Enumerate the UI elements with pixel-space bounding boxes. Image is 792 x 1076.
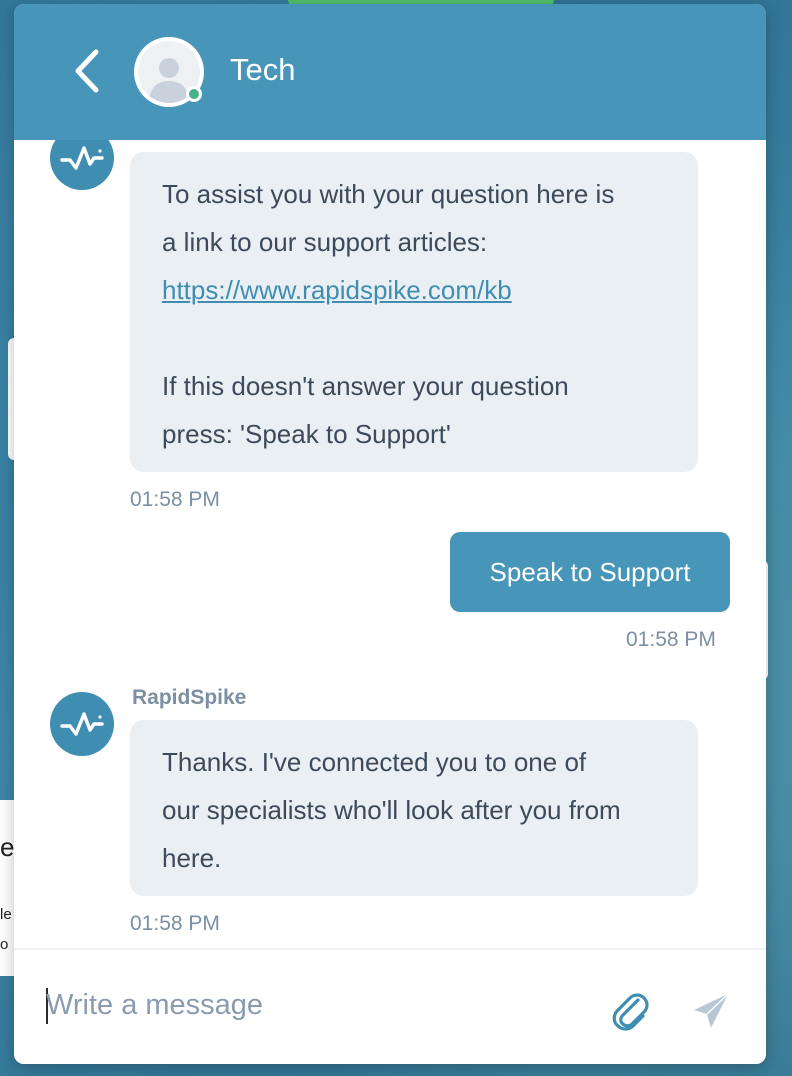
- message-timestamp: 01:58 PM: [130, 912, 220, 935]
- background-text: o: [0, 936, 9, 953]
- support-articles-link[interactable]: https://www.rapidspike.com/kb: [162, 266, 666, 314]
- bot-avatar: [50, 692, 114, 756]
- message-input[interactable]: [46, 980, 586, 1030]
- chat-widget: Tech To assist you with your question he…: [14, 4, 766, 1064]
- agent-name: Tech: [230, 52, 296, 87]
- message-timestamp: 01:58 PM: [130, 488, 220, 511]
- bot-message-bubble: To assist you with your question here is…: [130, 152, 698, 472]
- message-text: here.: [162, 843, 222, 873]
- sender-name: RapidSpike: [132, 686, 247, 709]
- send-button[interactable]: [690, 990, 732, 1032]
- chevron-left-icon: [75, 49, 99, 93]
- message-spacer: [162, 314, 666, 362]
- message-list[interactable]: To assist you with your question here is…: [14, 140, 766, 950]
- rapidspike-logo-icon: [60, 146, 104, 170]
- attach-file-button[interactable]: [610, 988, 650, 1032]
- message-text: a link to our support articles:: [162, 227, 488, 257]
- back-button[interactable]: [66, 46, 110, 96]
- online-status-indicator: [186, 86, 202, 102]
- background-text: e: [0, 832, 15, 862]
- bot-avatar: [50, 140, 114, 190]
- message-text: If this doesn't answer your question: [162, 371, 569, 401]
- send-icon: [694, 993, 729, 1028]
- message-text: Thanks. I've connected you to one of: [162, 747, 587, 777]
- chat-header: Tech: [14, 4, 766, 140]
- message-composer: [14, 948, 766, 1064]
- message-text: To assist you with your question here is: [162, 179, 615, 209]
- message-timestamp: 01:58 PM: [626, 628, 716, 651]
- bot-message-bubble: Thanks. I've connected you to one of our…: [130, 720, 698, 896]
- paperclip-icon: [612, 993, 649, 1031]
- rapidspike-logo-icon: [60, 712, 104, 736]
- message-text: our specialists who'll look after you fr…: [162, 795, 621, 825]
- background-text: le: [0, 906, 12, 923]
- message-text: press: 'Speak to Support': [162, 419, 451, 449]
- user-message-bubble: Speak to Support: [450, 532, 730, 612]
